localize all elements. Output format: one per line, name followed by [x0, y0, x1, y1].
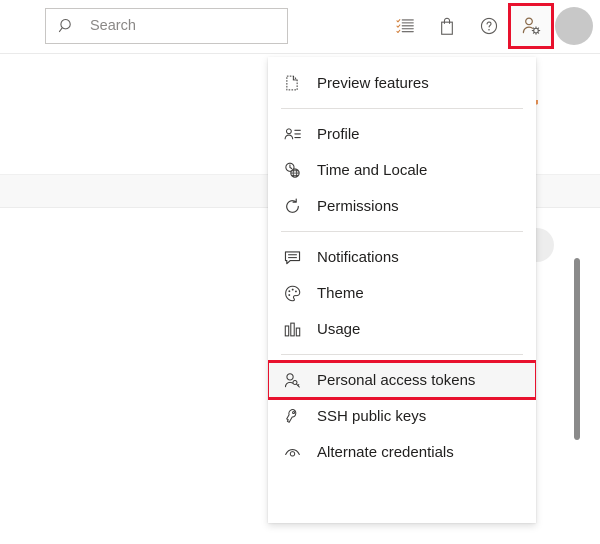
menu-item-ssh-public-keys[interactable]: SSH public keys: [268, 398, 536, 434]
menu-item-label: Personal access tokens: [317, 371, 476, 389]
top-command-bar: [0, 0, 600, 54]
menu-item-label: Notifications: [317, 248, 399, 266]
user-settings-flyout-menu: Preview features Profile Time and Locale…: [268, 57, 536, 523]
avatar-circle: [555, 7, 593, 45]
help-question-icon[interactable]: [468, 5, 510, 47]
menu-separator: [281, 354, 523, 355]
topbar-icon-group: [384, 3, 596, 49]
menu-item-label: Profile: [317, 125, 360, 143]
search-icon: [58, 17, 76, 35]
menu-item-label: Alternate credentials: [317, 443, 454, 461]
menu-item-theme[interactable]: Theme: [268, 275, 536, 311]
user-settings-icon[interactable]: [508, 3, 554, 49]
menu-item-label: Theme: [317, 284, 364, 302]
personal-access-token-key-icon: [281, 369, 303, 391]
refresh-permissions-icon: [281, 195, 303, 217]
menu-item-time-and-locale[interactable]: Time and Locale: [268, 152, 536, 188]
menu-item-personal-access-tokens[interactable]: Personal access tokens: [268, 360, 536, 400]
menu-item-alternate-credentials[interactable]: Alternate credentials: [268, 434, 536, 470]
page-scrollbar-thumb[interactable]: [574, 258, 580, 440]
alternate-credentials-icon: [281, 441, 303, 463]
menu-item-notifications[interactable]: Notifications: [268, 239, 536, 275]
menu-separator: [281, 231, 523, 232]
menu-item-preview-features[interactable]: Preview features: [268, 65, 536, 101]
marketplace-bag-icon[interactable]: [426, 5, 468, 47]
page-scrollbar-track[interactable]: [574, 60, 591, 544]
menu-separator: [281, 108, 523, 109]
menu-item-label: Preview features: [317, 74, 429, 92]
usage-bar-chart-icon: [281, 318, 303, 340]
menu-item-label: Usage: [317, 320, 361, 338]
search-box[interactable]: [45, 8, 288, 44]
menu-item-label: Permissions: [317, 197, 399, 215]
menu-item-permissions[interactable]: Permissions: [268, 188, 536, 224]
menu-item-usage[interactable]: Usage: [268, 311, 536, 347]
boards-checklist-icon[interactable]: [384, 5, 426, 47]
menu-item-label: Time and Locale: [317, 161, 428, 179]
ssh-key-icon: [281, 405, 303, 427]
profile-contact-card-icon: [281, 123, 303, 145]
user-avatar[interactable]: [552, 5, 596, 47]
menu-item-profile[interactable]: Profile: [268, 116, 536, 152]
theme-palette-icon: [281, 282, 303, 304]
menu-item-label: SSH public keys: [317, 407, 427, 425]
search-input[interactable]: [88, 17, 272, 35]
menu-list: Preview features Profile Time and Locale…: [268, 57, 536, 478]
preview-page-icon: [281, 72, 303, 94]
clock-globe-icon: [281, 159, 303, 181]
notifications-comment-icon: [281, 246, 303, 268]
